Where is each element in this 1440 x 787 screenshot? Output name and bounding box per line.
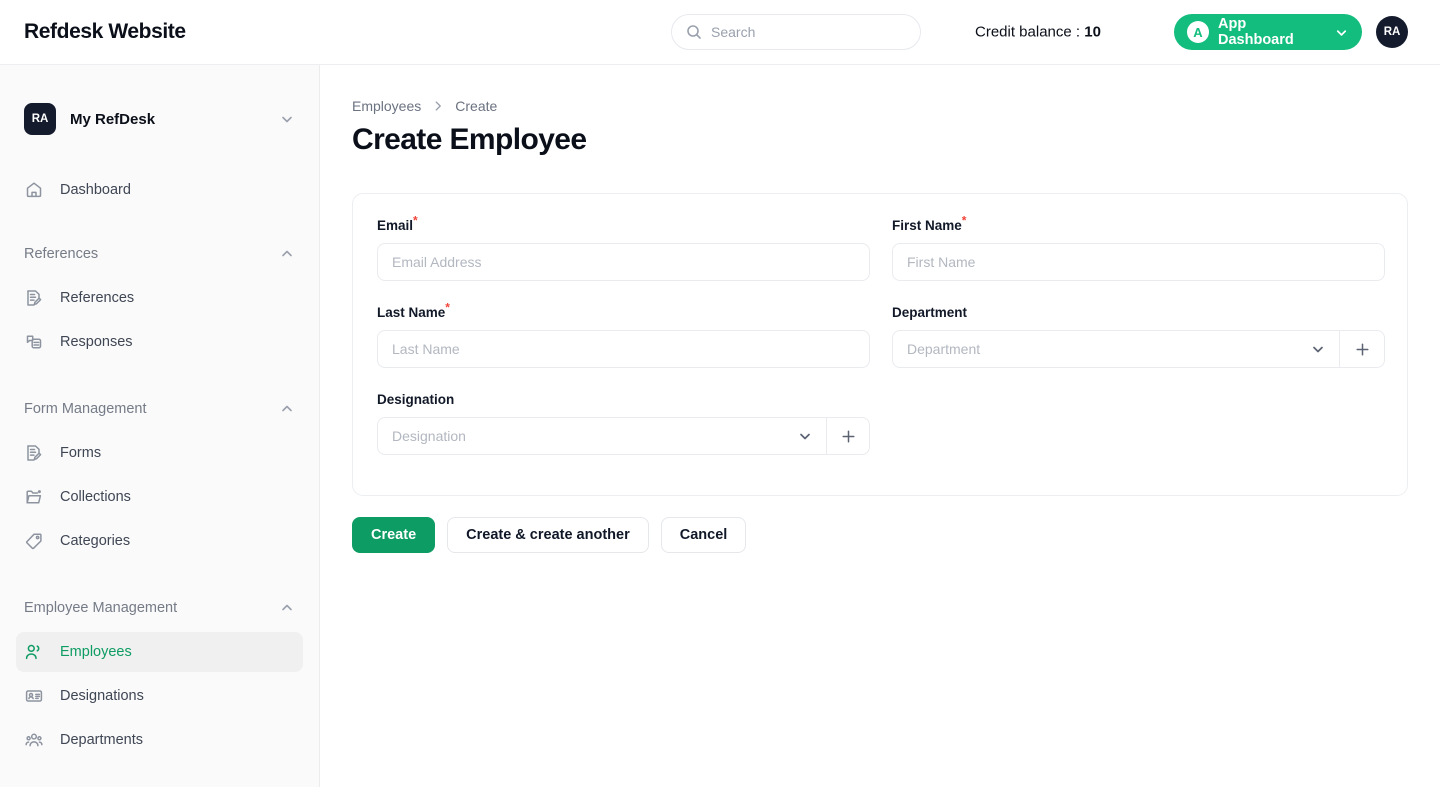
sidebar-item-dashboard[interactable]: Dashboard — [16, 170, 303, 210]
workspace-badge: RA — [24, 103, 56, 135]
sidebar-item-label: Responses — [60, 334, 133, 350]
cancel-button[interactable]: Cancel — [660, 517, 747, 553]
employee-form-card: Email* First Name* Last Name* — [352, 193, 1408, 496]
credit-balance-value: 10 — [1084, 23, 1101, 41]
sidebar-item-departments[interactable]: Departments — [16, 720, 303, 760]
brand-title: Refdesk Website — [24, 20, 186, 43]
sidebar-item-responses[interactable]: Responses — [16, 322, 303, 362]
folder-icon — [24, 487, 44, 507]
sidebar-item-references[interactable]: References — [16, 278, 303, 318]
designation-select[interactable]: Designation — [378, 418, 826, 454]
breadcrumb-current: Create — [455, 98, 498, 114]
workspace-name: My RefDesk — [70, 110, 156, 128]
breadcrumb-parent[interactable]: Employees — [352, 98, 421, 114]
id-card-icon — [24, 686, 44, 706]
field-label-text: Department — [892, 305, 968, 320]
top-bar: Refdesk Website Credit balance : 10 A Ap… — [0, 0, 1440, 65]
field-label-last-name: Last Name* — [377, 302, 870, 321]
sidebar-group-employee-management[interactable]: Employee Management — [24, 597, 295, 619]
users-icon — [24, 642, 44, 662]
chevron-up-icon — [282, 405, 292, 412]
sidebar: RA My RefDesk Dashboard References Refer… — [0, 65, 320, 787]
workspace-switcher[interactable]: RA My RefDesk — [24, 103, 295, 135]
page-title: Create Employee — [352, 123, 587, 156]
sidebar-item-label: Departments — [60, 732, 144, 748]
tag-icon — [24, 531, 44, 551]
breadcrumb: Employees Create — [352, 98, 497, 114]
chevron-down-icon — [1313, 346, 1323, 353]
app-dashboard-label: App Dashboard — [1218, 16, 1294, 48]
field-designation: Designation Designation — [377, 392, 870, 455]
field-label-text: Email — [377, 218, 414, 233]
main-content: Employees Create Create Employee Email* … — [320, 65, 1440, 787]
required-marker: * — [961, 213, 967, 228]
sidebar-item-label: Collections — [60, 489, 131, 505]
plus-icon — [841, 429, 855, 443]
first-name-field[interactable] — [892, 243, 1385, 281]
sidebar-item-forms[interactable]: Forms — [16, 433, 303, 473]
chevron-up-icon — [282, 250, 292, 257]
field-label-text: Last Name — [377, 305, 446, 320]
sidebar-group-label: Employee Management — [24, 600, 178, 616]
field-last-name: Last Name* — [377, 302, 870, 368]
app-dashboard-button[interactable]: A App Dashboard — [1174, 14, 1362, 50]
field-email: Email* — [377, 215, 870, 281]
add-department-button[interactable] — [1339, 331, 1384, 367]
form-grid: Email* First Name* Last Name* — [377, 215, 1385, 455]
field-department: Department Department — [892, 305, 1385, 368]
field-label-text: Designation — [377, 392, 455, 407]
search-box[interactable] — [671, 14, 921, 50]
sidebar-group-references[interactable]: References — [24, 243, 295, 265]
avatar[interactable]: RA — [1376, 16, 1408, 48]
sidebar-item-employees[interactable]: Employees — [16, 632, 303, 672]
last-name-field[interactable] — [377, 330, 870, 368]
chevron-right-icon — [435, 101, 442, 111]
sidebar-group-form-management[interactable]: Form Management — [24, 398, 295, 420]
sidebar-item-collections[interactable]: Collections — [16, 477, 303, 517]
responses-icon — [24, 332, 44, 352]
email-field[interactable] — [377, 243, 870, 281]
sidebar-item-label: Categories — [60, 533, 131, 549]
add-designation-button[interactable] — [826, 418, 869, 454]
group-icon — [24, 730, 44, 750]
sidebar-item-label: Dashboard — [60, 182, 131, 198]
field-label-designation: Designation — [377, 392, 870, 407]
required-marker: * — [445, 300, 450, 315]
document-edit-icon — [24, 443, 44, 463]
field-label-email: Email* — [377, 215, 870, 234]
form-actions: Create Create & create another Cancel — [352, 517, 747, 553]
chevron-down-icon — [800, 433, 810, 440]
sidebar-item-label: Employees — [60, 644, 132, 660]
sidebar-group-label: Form Management — [24, 401, 147, 417]
sidebar-item-label: References — [60, 290, 135, 306]
create-and-create-another-button[interactable]: Create & create another — [447, 517, 649, 553]
credit-balance-label: Credit balance : — [975, 23, 1081, 41]
chevron-up-icon — [282, 604, 292, 611]
field-first-name: First Name* — [892, 215, 1385, 281]
designation-combo: Designation — [377, 417, 870, 455]
sidebar-item-categories[interactable]: Categories — [16, 521, 303, 561]
field-label-text: First Name — [892, 218, 962, 233]
chevron-down-icon — [282, 116, 292, 123]
required-marker: * — [413, 213, 418, 228]
field-label-first-name: First Name* — [892, 215, 1385, 234]
sidebar-item-label: Designations — [60, 688, 144, 704]
department-combo: Department — [892, 330, 1385, 368]
app-badge-icon: A — [1187, 21, 1209, 43]
designation-select-value: Designation — [392, 428, 466, 444]
chevron-down-icon — [1336, 29, 1347, 36]
sidebar-group-label: References — [24, 246, 99, 262]
field-label-department: Department — [892, 305, 1385, 320]
plus-icon — [1355, 342, 1369, 356]
sidebar-item-label: Forms — [60, 445, 102, 461]
document-edit-icon — [24, 288, 44, 308]
department-select[interactable]: Department — [893, 331, 1339, 367]
search-icon — [687, 25, 701, 39]
home-icon — [24, 180, 44, 200]
search-input[interactable] — [711, 24, 896, 40]
sidebar-item-designations[interactable]: Designations — [16, 676, 303, 716]
department-select-value: Department — [907, 341, 981, 357]
create-button[interactable]: Create — [352, 517, 436, 553]
credit-balance: Credit balance : 10 — [975, 24, 1101, 41]
